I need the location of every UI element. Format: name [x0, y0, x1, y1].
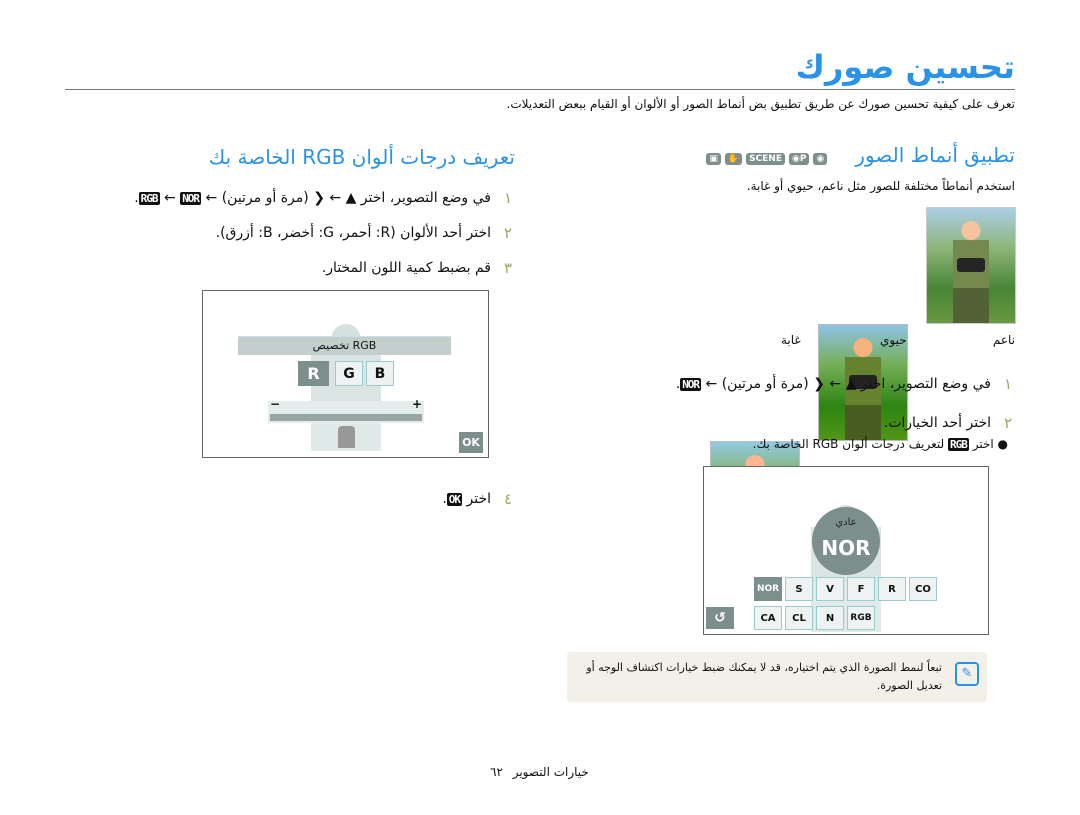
- photo-style-screen: عادي NOR NOR S V F R CO CA CL N RGB ↺: [703, 466, 989, 635]
- chevron-left-icon: ❮: [313, 190, 325, 206]
- up-triangle-icon: ▲: [845, 376, 857, 392]
- scene-icon: SCENE: [746, 152, 785, 165]
- movie-icon: ▣: [706, 152, 721, 165]
- slider-track: [270, 414, 422, 421]
- sample-label: غابة: [781, 333, 801, 347]
- style-option-nor[interactable]: NOR: [754, 577, 782, 601]
- up-triangle-icon: ▲: [345, 190, 357, 206]
- program-icon: ◉P: [788, 152, 810, 165]
- style-step-2: ٢ اختر أحد الخيارات.: [883, 414, 1013, 432]
- nor-icon: NOR: [680, 377, 702, 391]
- color-slider[interactable]: − +: [268, 397, 424, 423]
- channel-g-button[interactable]: G: [335, 361, 363, 386]
- style-option-forest[interactable]: F: [847, 577, 875, 601]
- chevron-left-icon: ❮: [813, 376, 825, 392]
- style-option-negative[interactable]: N: [816, 606, 844, 630]
- channel-r-button[interactable]: R: [298, 361, 329, 386]
- sample-photo-soft: [926, 207, 1016, 324]
- note-text: تبعاً لنمط الصورة الذي يتم اختياره، قد ل…: [586, 661, 942, 692]
- note-icon: ✎: [955, 662, 979, 686]
- dual-is-icon: ✋: [724, 152, 743, 165]
- style-option-soft[interactable]: S: [785, 577, 813, 601]
- photo-styles-heading: تطبيق أنماط الصور: [855, 143, 1015, 167]
- rgb-step-3: ٣ قم بضبط كمية اللون المختار.: [321, 259, 513, 277]
- note-box: ✎ تبعاً لنمط الصورة الذي يتم اختياره، قد…: [567, 652, 987, 702]
- footer: خيارات التصوير ٦٢: [490, 765, 589, 779]
- mode-icons: ▣ ✋ SCENE ◉P ◉: [702, 146, 828, 165]
- photo-styles-description: استخدم أنماطاً مختلفة للصور مثل ناعم، حي…: [746, 179, 1015, 193]
- rgb-heading: تعريف درجات ألوان RGB الخاصة بك: [208, 145, 515, 169]
- rgb-screen-title: تخصيص RGB: [238, 336, 451, 355]
- ok-button[interactable]: OK: [459, 432, 483, 453]
- footer-section: خيارات التصوير: [512, 765, 589, 779]
- sample-label: ناعم: [992, 333, 1015, 347]
- style-option-calm[interactable]: CA: [754, 606, 782, 630]
- rgb-step-2: ٢ اختر أحد الألوان (R: أحمر، G: أخضر، B:…: [215, 224, 513, 242]
- rgb-step-1: ١ في وضع التصوير، اختر ▲ ← ❮ (مرة أو مرت…: [134, 189, 513, 207]
- ok-icon: OK: [446, 492, 463, 506]
- channel-b-button[interactable]: B: [366, 361, 394, 386]
- style-bullet: ● اختر RGB لتعريف درجات ألوان RGB الخاصة…: [752, 437, 1008, 451]
- page-title: تحسين صورك: [795, 48, 1015, 86]
- minus-icon: −: [270, 397, 281, 411]
- style-step-1: ١ في وضع التصوير، اختر ▲ ← ❮ (مرة أو مرت…: [675, 375, 1013, 393]
- rgb-screen: تخصيص RGB R G B − + OK: [202, 290, 489, 458]
- style-option-vivid[interactable]: V: [816, 577, 844, 601]
- selected-style-badge: عادي NOR: [812, 507, 880, 575]
- title-divider: [65, 89, 1015, 90]
- plus-icon: +: [411, 397, 422, 411]
- page-number: ٦٢: [490, 765, 503, 779]
- sample-label: حيوي: [880, 333, 907, 347]
- style-option-rgb[interactable]: RGB: [847, 606, 875, 630]
- intro-text: تعرف على كيفية تحسين صورك عن طريق تطبيق …: [506, 97, 1015, 111]
- rgb-step-4: ٤ اختر OK.: [442, 490, 513, 508]
- photo-styles-heading-row: تطبيق أنماط الصور ▣ ✋ SCENE ◉P ◉: [702, 143, 1015, 167]
- style-option-cool[interactable]: CO: [909, 577, 937, 601]
- nor-icon: NOR: [180, 191, 202, 205]
- style-option-classic[interactable]: CL: [785, 606, 813, 630]
- back-icon[interactable]: ↺: [706, 607, 734, 629]
- camera-icon: ◉: [813, 152, 828, 165]
- rgb-icon: RGB: [948, 438, 969, 451]
- slider-handle[interactable]: [338, 426, 355, 448]
- rgb-icon: RGB: [138, 191, 160, 205]
- style-option-retro[interactable]: R: [878, 577, 906, 601]
